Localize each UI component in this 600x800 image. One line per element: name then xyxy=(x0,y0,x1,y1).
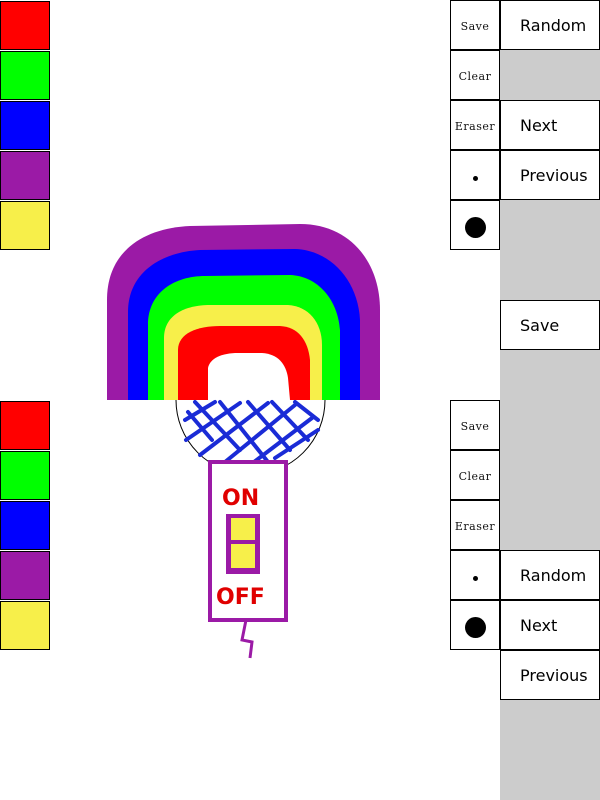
color-swatch-green[interactable] xyxy=(0,51,50,100)
previous-button[interactable]: Previous xyxy=(500,650,600,700)
large-dot-icon xyxy=(464,216,486,238)
on-label: ON xyxy=(222,486,259,511)
next-button[interactable]: Next xyxy=(500,600,600,650)
clear-tool-label: Clear xyxy=(458,469,492,483)
switch-upper xyxy=(231,518,255,540)
small-dot-icon xyxy=(472,175,478,181)
brush-small-button[interactable] xyxy=(450,550,500,600)
small-dot-icon xyxy=(472,575,478,581)
previous-button[interactable]: Previous xyxy=(500,150,600,200)
brush-small-button[interactable] xyxy=(450,150,500,200)
color-swatch-red[interactable] xyxy=(0,1,50,50)
random-button[interactable]: Random xyxy=(500,0,600,50)
cord xyxy=(240,619,254,659)
large-dot-icon xyxy=(464,616,486,638)
color-swatch-yellow[interactable] xyxy=(0,601,50,650)
brush-large-button[interactable] xyxy=(450,600,500,650)
save-tool-label: Save xyxy=(460,419,490,433)
color-swatch-yellow[interactable] xyxy=(0,201,50,250)
color-swatch-purple[interactable] xyxy=(0,551,50,600)
random-button[interactable]: Random xyxy=(500,550,600,600)
save-button[interactable]: Save xyxy=(500,300,600,350)
save-tool-label: Save xyxy=(460,19,490,33)
color-swatch-blue[interactable] xyxy=(0,101,50,150)
next-button[interactable]: Next xyxy=(500,100,600,150)
eraser-tool-button[interactable]: Eraser xyxy=(450,100,500,150)
color-swatch-purple[interactable] xyxy=(0,151,50,200)
eraser-tool-label: Eraser xyxy=(454,519,496,533)
eraser-tool-button[interactable]: Eraser xyxy=(450,500,500,550)
color-swatch-red[interactable] xyxy=(0,401,50,450)
clear-tool-label: Clear xyxy=(458,69,492,83)
save-tool-button[interactable]: Save xyxy=(450,400,500,450)
color-swatch-blue[interactable] xyxy=(0,501,50,550)
save-tool-button[interactable]: Save xyxy=(450,0,500,50)
color-swatch-green[interactable] xyxy=(0,451,50,500)
off-label: OFF xyxy=(216,585,265,610)
rainbow-inner-hole xyxy=(208,353,290,400)
clear-tool-button[interactable]: Clear xyxy=(450,450,500,500)
brush-large-button[interactable] xyxy=(450,200,500,250)
switch-lower xyxy=(231,544,255,568)
eraser-tool-label: Eraser xyxy=(454,119,496,133)
clear-tool-button[interactable]: Clear xyxy=(450,50,500,100)
